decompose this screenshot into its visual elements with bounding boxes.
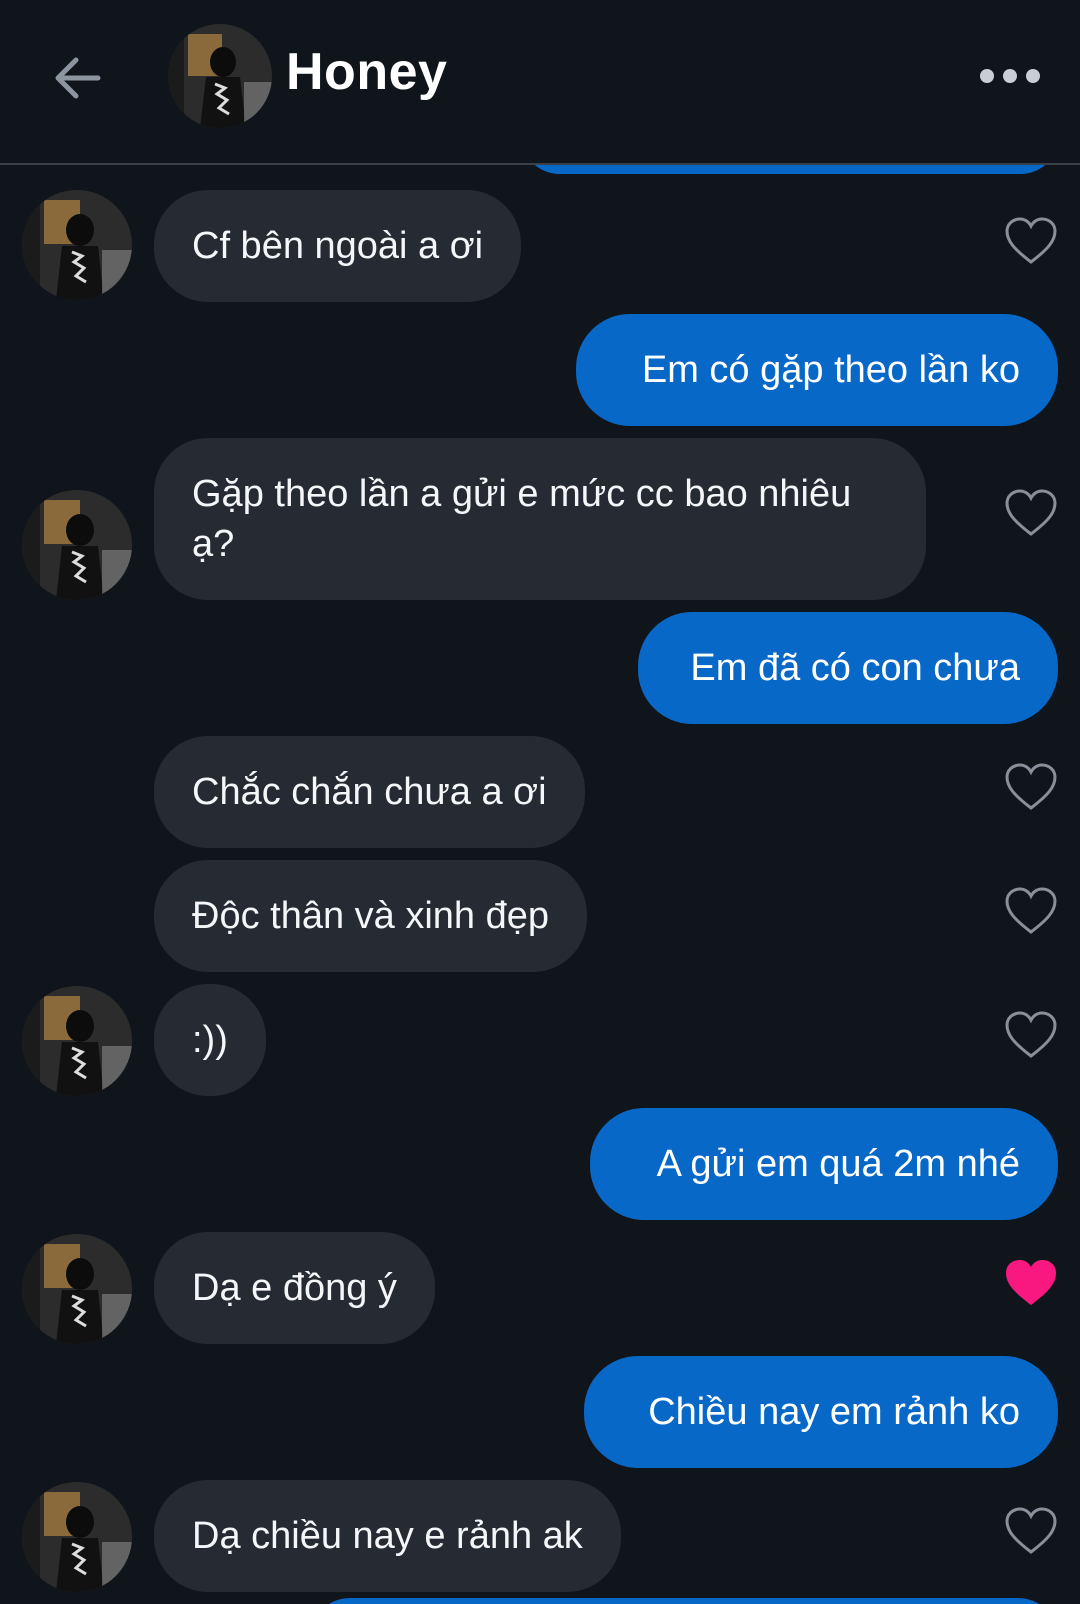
heart-outline-icon[interactable] bbox=[1004, 216, 1058, 266]
contact-avatar[interactable] bbox=[22, 190, 132, 300]
message-bubble-incoming[interactable]: Độc thân và xinh đẹp bbox=[154, 860, 588, 972]
message-bubble-outgoing[interactable]: Chiều nay em rảnh ko bbox=[584, 1356, 1058, 1468]
message-bubble-outgoing[interactable]: Em đã có con chưa bbox=[638, 612, 1058, 724]
message-text: :)) bbox=[192, 1019, 228, 1061]
message-text: A gửi em quá 2m nhé bbox=[656, 1143, 1020, 1185]
message-list[interactable]: Cf bên ngoài a ơi Em có gặp theo lần ko … bbox=[0, 0, 1080, 1604]
message-bubble-incoming[interactable]: Cf bên ngoài a ơi bbox=[154, 190, 522, 302]
heart-liked-icon[interactable] bbox=[1004, 1258, 1058, 1308]
message-bubble-incoming[interactable]: Chắc chắn chưa a ơi bbox=[154, 736, 585, 848]
dm-conversation-screen: Cf bên ngoài a ơi Em có gặp theo lần ko … bbox=[0, 0, 1080, 1604]
heart-outline-icon[interactable] bbox=[1004, 886, 1058, 936]
message-text: Chiều nay em rảnh ko bbox=[648, 1391, 1020, 1433]
message-bubble-outgoing[interactable]: Em có gặp theo lần ko bbox=[576, 314, 1058, 426]
message-text: Dạ e đồng ý bbox=[192, 1267, 397, 1309]
heart-outline-icon[interactable] bbox=[1004, 1506, 1058, 1556]
message-bubble-incoming[interactable]: Dạ chiều nay e rảnh ak bbox=[154, 1480, 621, 1592]
arrow-left-icon[interactable] bbox=[50, 50, 106, 106]
message-text: Gặp theo lần a gửi e mức cc bao nhiêu ạ? bbox=[192, 473, 852, 565]
heart-outline-icon[interactable] bbox=[1004, 488, 1058, 538]
message-bubble-outgoing[interactable]: A gửi em quá 2m nhé bbox=[590, 1108, 1058, 1220]
heart-outline-icon[interactable] bbox=[1004, 1010, 1058, 1060]
message-bubble-incoming[interactable]: Dạ e đồng ý bbox=[154, 1232, 435, 1344]
message-text: Em có gặp theo lần ko bbox=[641, 349, 1020, 391]
more-horizontal-icon[interactable] bbox=[978, 62, 1042, 90]
heart-outline-icon[interactable] bbox=[1004, 762, 1058, 812]
contact-avatar[interactable] bbox=[22, 1234, 132, 1344]
contact-avatar[interactable] bbox=[22, 986, 132, 1096]
message-text: Chắc chắn chưa a ơi bbox=[192, 771, 547, 813]
contact-avatar[interactable] bbox=[22, 490, 132, 600]
contact-avatar[interactable] bbox=[168, 24, 272, 128]
conversation-title: Honey bbox=[286, 43, 448, 101]
message-text: Em đã có con chưa bbox=[690, 647, 1020, 689]
conversation-header: Honey bbox=[0, 0, 1080, 165]
message-text: Cf bên ngoài a ơi bbox=[192, 225, 484, 267]
message-bubble-incoming[interactable]: Gặp theo lần a gửi e mức cc bao nhiêu ạ? bbox=[154, 438, 926, 600]
contact-avatar[interactable] bbox=[22, 1482, 132, 1592]
message-text: Độc thân và xinh đẹp bbox=[192, 895, 550, 937]
message-bubble-incoming[interactable]: :)) bbox=[154, 984, 266, 1096]
message-text: Dạ chiều nay e rảnh ak bbox=[192, 1515, 583, 1557]
message-bubble-outgoing-partial[interactable] bbox=[310, 1598, 1058, 1604]
